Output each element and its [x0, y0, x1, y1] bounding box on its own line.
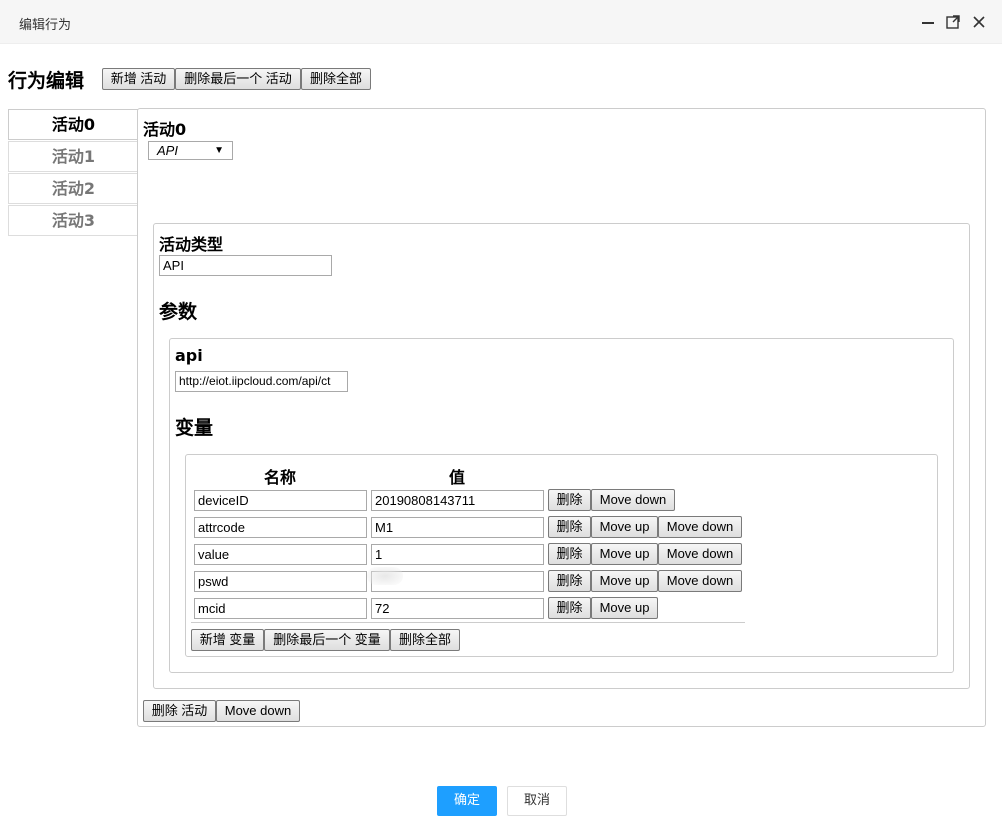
add-activity-button[interactable]: 新增 活动	[102, 68, 175, 90]
var-delete-button[interactable]: 删除	[548, 516, 591, 538]
maximize-icon[interactable]	[945, 14, 961, 30]
api-label: api	[175, 346, 203, 365]
var-delete-button[interactable]: 删除	[548, 543, 591, 565]
dialog-titlebar: 编辑行为	[0, 0, 1002, 44]
var-move-down-button[interactable]: Move down	[658, 570, 742, 592]
var-name-field[interactable]: attrcode	[194, 517, 367, 538]
var-value-field[interactable]: 72	[371, 598, 544, 619]
var-value-field[interactable]: 1	[371, 544, 544, 565]
field-highlight	[367, 567, 403, 585]
var-move-up-button[interactable]: Move up	[591, 516, 658, 538]
confirm-button[interactable]: 确定	[437, 786, 497, 816]
activity-title: 活动0	[143, 120, 187, 139]
editor-heading: 行为编辑	[8, 70, 85, 92]
tab-activity-3[interactable]: 活动3	[8, 205, 138, 236]
var-move-down-button[interactable]: Move down	[591, 489, 675, 511]
delete-last-activity-button[interactable]: 删除最后一个 活动	[175, 68, 301, 90]
dialog-title: 编辑行为	[19, 18, 72, 33]
delete-all-activities-button[interactable]: 删除全部	[301, 68, 371, 90]
var-name-field[interactable]: value	[194, 544, 367, 565]
name-column-header: 名称	[264, 468, 297, 487]
params-heading: 参数	[159, 301, 198, 323]
vars-heading: 变量	[175, 417, 214, 439]
tab-activity-0[interactable]: 活动0	[8, 109, 138, 140]
add-variable-button[interactable]: 新增 变量	[191, 629, 264, 651]
activity-type-label: 活动类型	[159, 235, 224, 254]
var-move-up-button[interactable]: Move up	[591, 570, 658, 592]
var-name-field[interactable]: mcid	[194, 598, 367, 619]
var-delete-button[interactable]: 删除	[548, 489, 591, 511]
var-move-up-button[interactable]: Move up	[591, 543, 658, 565]
tab-activity-1[interactable]: 活动1	[8, 141, 138, 172]
delete-last-variable-button[interactable]: 删除最后一个 变量	[264, 629, 390, 651]
dropdown-arrow-icon: ▼	[214, 145, 224, 156]
activity-type-select[interactable]: API ▼	[148, 141, 233, 160]
delete-activity-button[interactable]: 删除 活动	[143, 700, 216, 722]
value-column-header: 值	[449, 468, 466, 487]
activity-type-select-value: API	[157, 143, 178, 158]
var-value-field[interactable]: 20190808143711	[371, 490, 544, 511]
var-name-field[interactable]: deviceID	[194, 490, 367, 511]
var-move-down-button[interactable]: Move down	[658, 516, 742, 538]
var-delete-button[interactable]: 删除	[548, 570, 591, 592]
variables-divider	[191, 622, 745, 623]
delete-all-variables-button[interactable]: 删除全部	[390, 629, 460, 651]
activity-type-field[interactable]: API	[159, 255, 332, 276]
api-url-field[interactable]: http://eiot.iipcloud.com/api/ct	[175, 371, 348, 392]
var-value-field[interactable]: M1	[371, 517, 544, 538]
var-move-down-button[interactable]: Move down	[658, 543, 742, 565]
var-move-up-button[interactable]: Move up	[591, 597, 658, 619]
tab-activity-2[interactable]: 活动2	[8, 173, 138, 204]
close-icon[interactable]	[971, 14, 987, 30]
var-name-field[interactable]: pswd	[194, 571, 367, 592]
minimize-icon[interactable]	[920, 14, 936, 30]
cancel-button[interactable]: 取消	[507, 786, 567, 816]
var-delete-button[interactable]: 删除	[548, 597, 591, 619]
activity-move-down-button[interactable]: Move down	[216, 700, 300, 722]
